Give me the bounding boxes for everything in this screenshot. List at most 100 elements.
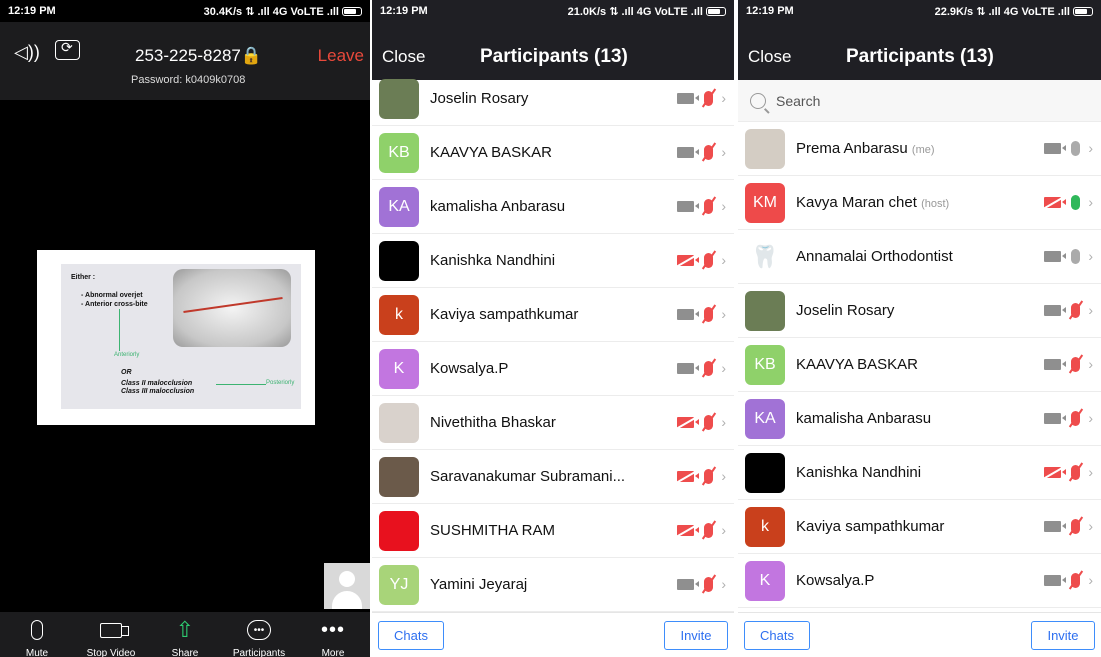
mute-button[interactable]: Mute [2, 616, 72, 657]
chevron-right-icon: › [721, 306, 726, 322]
video-icon [1044, 520, 1067, 532]
participant-row[interactable]: k Kaviya sampathkumar › [738, 500, 1101, 554]
mic-muted-icon [704, 90, 714, 106]
participant-status-icons: › [1044, 464, 1093, 480]
participant-row[interactable]: KA kamalisha Anbarasu › [738, 392, 1101, 446]
video-off-icon [677, 470, 700, 482]
slide-text: Class II malocclusion [121, 380, 193, 387]
participant-name-text: Kanishka Nandhini [796, 464, 922, 481]
participants-button[interactable]: ••• Participants [224, 616, 294, 657]
avatar [379, 403, 419, 443]
chats-button[interactable]: Chats [744, 621, 810, 650]
video-off-icon [677, 416, 700, 428]
speaker-icon[interactable]: ◁)) [14, 42, 40, 63]
chevron-right-icon: › [721, 198, 726, 214]
participant-name-text: Joselin Rosary [796, 302, 895, 319]
participant-row[interactable]: SUSHMITHA RAM › [372, 504, 734, 558]
participant-row[interactable]: YJ Yamini Jeyaraj › [372, 558, 734, 612]
slide-arrow [119, 309, 120, 351]
participant-row[interactable]: Joselin Rosary › [738, 284, 1101, 338]
participant-name-text: Prema Anbarasu [796, 140, 908, 157]
participant-row[interactable]: Joselin Rosary › [372, 72, 734, 126]
participant-row[interactable]: 🦷 Annamalai Orthodontist › [738, 230, 1101, 284]
participant-status-icons: › [1044, 302, 1093, 318]
mic-muted-icon [1071, 518, 1081, 534]
slide-text: Either : [71, 274, 96, 281]
status-time: 12:19 PM [8, 5, 56, 17]
battery-icon [342, 7, 362, 17]
invite-button[interactable]: Invite [664, 621, 728, 650]
mic-muted-icon [704, 414, 714, 430]
participant-row[interactable]: Prema Anbarasu (me) › [738, 122, 1101, 176]
participant-row[interactable]: Saravanakumar Subramani... › [372, 450, 734, 504]
participant-name-text: Nivethitha Bhaskar [430, 414, 556, 431]
video-icon [1044, 574, 1067, 586]
chevron-right-icon: › [721, 360, 726, 376]
video-icon [1044, 250, 1067, 262]
shared-slide: Either : - Abnormal overjet - Anterior c… [61, 264, 301, 409]
invite-button[interactable]: Invite [1031, 621, 1095, 650]
meeting-screen: 12:19 PM 30.4K/s ⇅ .ıll 4G VoLTE .ıll ◁)… [0, 0, 370, 657]
slide-text: - Abnormal overjet [81, 292, 143, 299]
participant-row[interactable]: Kanishka Nandhini › [738, 446, 1101, 500]
search-placeholder: Search [776, 92, 821, 109]
participant-row[interactable]: KA kamalisha Anbarasu › [372, 180, 734, 234]
participant-row[interactable]: KM Kavya Maran chet (host) › [738, 176, 1101, 230]
status-time: 12:19 PM [746, 5, 794, 17]
close-button[interactable]: Close [382, 47, 425, 67]
participant-row[interactable]: k Kaviya sampathkumar › [372, 288, 734, 342]
participant-name-text: Yamini Jeyaraj [430, 576, 528, 593]
video-icon [677, 578, 700, 590]
self-video-thumbnail[interactable] [324, 563, 370, 609]
meeting-header: ◁)) 253-225-8287🔒 Password: k0409k0708 L… [0, 22, 370, 100]
participant-status-icons: › [677, 306, 726, 322]
participant-status-icons: › [677, 576, 726, 592]
participant-name: KAAVYA BASKAR [430, 144, 552, 161]
close-button[interactable]: Close [748, 47, 791, 67]
participant-status-icons: › [677, 252, 726, 268]
participant-name-text: Kaviya sampathkumar [430, 306, 579, 323]
chats-button[interactable]: Chats [378, 621, 444, 650]
participant-row[interactable]: K Kowsalya.P › [738, 554, 1101, 608]
slide-text: OR [121, 369, 132, 376]
meeting-id[interactable]: 253-225-8287🔒 [135, 46, 262, 66]
participant-row[interactable]: KB KAAVYA BASKAR › [372, 126, 734, 180]
avatar [379, 241, 419, 281]
participant-name: SUSHMITHA RAM [430, 522, 555, 539]
avatar [745, 453, 785, 493]
chevron-right-icon: › [1088, 464, 1093, 480]
participant-status-icons: › [677, 468, 726, 484]
participant-name-text: kamalisha Anbarasu [796, 410, 932, 427]
avatar: KA [379, 187, 419, 227]
mic-muted-icon [1071, 302, 1081, 318]
participant-status-icons: › [677, 360, 726, 376]
participant-status-icons: › [677, 522, 726, 538]
participant-row[interactable]: Kanishka Nandhini › [372, 234, 734, 288]
chevron-right-icon: › [721, 522, 726, 538]
stop-video-button[interactable]: Stop Video [76, 616, 146, 657]
participants-footer: Chats Invite [372, 612, 734, 657]
participant-status-icons: › [677, 198, 726, 214]
mic-muted-icon [1071, 410, 1081, 426]
share-icon: ⇧ [175, 617, 195, 642]
participant-status-icons: › [677, 90, 726, 106]
slide-text: Anteriorly [114, 352, 140, 358]
participant-name: Nivethitha Bhaskar [430, 414, 556, 431]
more-button[interactable]: ••• More [298, 616, 368, 657]
participant-role-tag: (host) [921, 198, 950, 210]
leave-button[interactable]: Leave [318, 46, 364, 66]
slide-text: Posteriorly [266, 380, 295, 386]
mic-muted-icon [1071, 464, 1081, 480]
participant-row[interactable]: KB KAAVYA BASKAR › [738, 338, 1101, 392]
status-network: 21.0K/s ⇅ .ıll 4G VoLTE .ıll [567, 5, 703, 18]
search-input[interactable]: Search [738, 80, 1101, 122]
share-button[interactable]: ⇧ Share [150, 616, 220, 657]
participant-name: Joselin Rosary [430, 90, 528, 107]
participant-row[interactable]: K Kowsalya.P › [372, 342, 734, 396]
participant-name: Kowsalya.P [430, 360, 508, 377]
participant-name: Kanishka Nandhini [796, 464, 921, 481]
participant-name-text: Kaviya sampathkumar [796, 518, 945, 535]
avatar: K [379, 349, 419, 389]
participant-row[interactable]: Nivethitha Bhaskar › [372, 396, 734, 450]
camera-switch-icon[interactable] [55, 39, 80, 60]
